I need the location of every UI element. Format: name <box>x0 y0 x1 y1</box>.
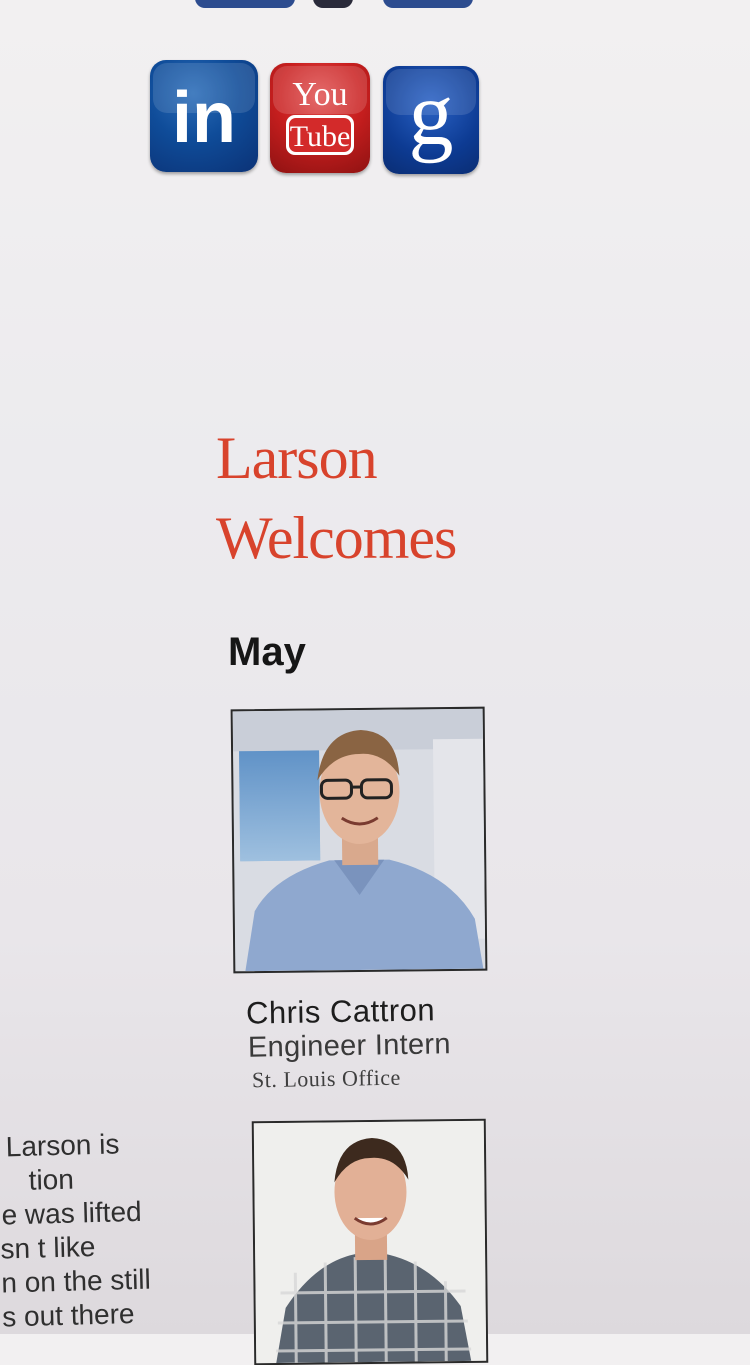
article-text-fragment: Larson is tion e was lifted sn t like n … <box>0 1125 199 1334</box>
social-links: in You Tube g <box>150 60 490 180</box>
linkedin-icon[interactable]: in <box>150 60 258 172</box>
youtube-label-top: You <box>292 76 347 113</box>
article-line: Larson is <box>0 1125 194 1164</box>
month-label: May <box>228 630 306 675</box>
top-social-icons-partial <box>195 0 475 8</box>
partial-icon[interactable] <box>313 0 353 8</box>
youtube-icon[interactable]: You Tube <box>270 63 370 173</box>
google-label: g <box>409 66 454 164</box>
partial-icon[interactable] <box>383 0 473 8</box>
article-line: s out there <box>0 1295 199 1334</box>
employee-photo[interactable] <box>252 1119 489 1365</box>
employee-office: St. Louis Office <box>252 1065 401 1094</box>
google-icon[interactable]: g <box>383 66 479 174</box>
article-line: n on the still <box>0 1261 198 1300</box>
article-line: sn t like <box>0 1227 197 1266</box>
partial-icon[interactable] <box>195 0 295 8</box>
article-line: e was lifted <box>0 1193 196 1232</box>
article-line: tion <box>0 1159 195 1198</box>
employee-name: Chris Cattron <box>246 992 436 1031</box>
welcome-heading-line1: Larson <box>216 418 516 498</box>
welcome-heading: Larson Welcomes <box>216 418 516 578</box>
linkedin-label: in <box>172 78 236 158</box>
welcome-heading-line2: Welcomes <box>216 498 516 578</box>
employee-role: Engineer Intern <box>248 1028 451 1065</box>
youtube-label-bottom: Tube <box>290 120 351 153</box>
employee-photo[interactable] <box>231 707 488 974</box>
